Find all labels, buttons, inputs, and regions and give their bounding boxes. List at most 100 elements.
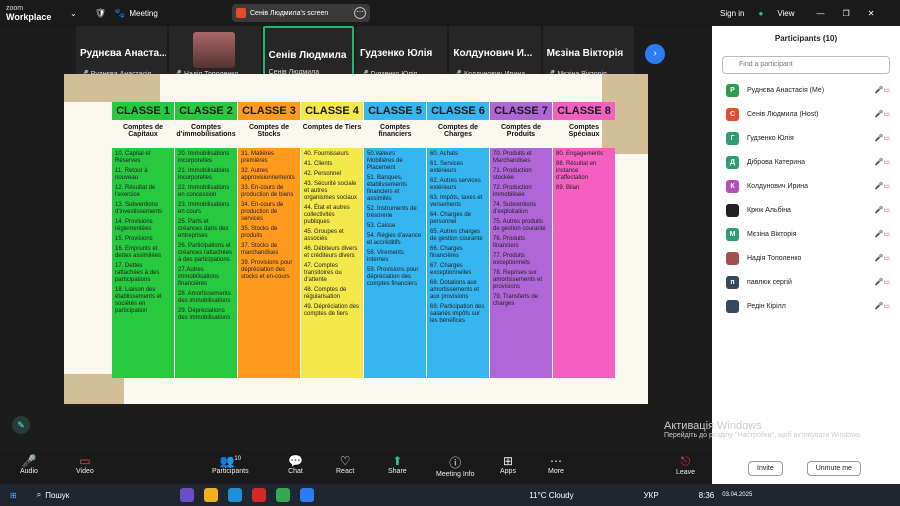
avatar: Д	[726, 155, 739, 169]
paw-icon: 🐾	[114, 7, 126, 18]
mic-off-icon: 🎤▭	[874, 207, 890, 214]
video-label: Video	[76, 468, 94, 475]
account-item: 18. Liaison des établissements et sociét…	[115, 287, 162, 314]
account-item: 60. Achats	[430, 151, 459, 157]
chat-label: Chat	[288, 468, 303, 475]
folder-icon[interactable]	[204, 488, 219, 502]
zoom-icon[interactable]	[300, 488, 315, 502]
chevron-down-icon[interactable]: ⌄	[70, 9, 77, 18]
account-item: 13. Subventions d'investissements	[115, 202, 163, 215]
account-item: 37. Stocks de marchandises	[241, 243, 279, 256]
shield-icon[interactable]: 🛡	[95, 8, 106, 19]
share-button[interactable]: ⬆ Share	[388, 454, 407, 475]
participant-row[interactable]: Надія Тополенко 🎤▭	[712, 246, 900, 270]
class-body: 70. Produits et Marchandises 71. Producti…	[490, 148, 552, 378]
account-item: 14. Provisions réglementées	[115, 219, 153, 232]
participant-row[interactable]: Г Гудзенко Юлія 🎤▭	[712, 126, 900, 150]
account-item: 44. État et autres collectivités publiqu…	[304, 205, 350, 225]
mic-off-icon: 🎤▭	[874, 111, 890, 118]
account-item: 16. Emprunts et dettes assimilées	[115, 246, 162, 259]
account-item: 58. Virements internes	[367, 250, 404, 263]
signin-link[interactable]: Sign in	[720, 9, 744, 18]
participant-row[interactable]: п павлюк сергій 🎤▭	[712, 270, 900, 294]
weather-widget[interactable]: 11°C Cloudy	[529, 491, 573, 500]
class-column: CLASSE 5 Comptes financiers 50.Valeurs Mob…	[364, 102, 426, 378]
more-icon[interactable]: ⋯	[354, 7, 366, 19]
taskbar-search[interactable]: Пошук	[45, 491, 175, 500]
more-button[interactable]: ⋯ More	[548, 454, 564, 475]
participant-row[interactable]: Крюк Альбіна 🎤▭	[712, 198, 900, 222]
account-item: 21. Immobilisations incorporelles	[178, 168, 230, 181]
account-item: 67. Charges exceptionnelles	[430, 263, 472, 276]
maximize-icon[interactable]: ❐	[843, 9, 850, 18]
view-button[interactable]: View	[777, 9, 794, 18]
app-icon[interactable]	[180, 488, 195, 502]
minimize-icon[interactable]: —	[817, 9, 825, 18]
close-icon[interactable]: ✕	[868, 9, 875, 18]
meeting-info-button[interactable]: ⓘ Meeting Info	[436, 454, 475, 478]
next-page-icon[interactable]: ›	[645, 44, 665, 64]
search-input[interactable]: Find a participant	[722, 56, 890, 74]
class-subtitle: Comptes de Stocks	[248, 124, 290, 138]
participant-row[interactable]: С Сенів Людмила (Host) 🎤▭	[712, 102, 900, 126]
account-item: 46. Débiteurs divers et créditeurs diver…	[304, 246, 358, 259]
account-item: 28. Amortissements des immobilisations	[178, 291, 231, 304]
account-item: 71. Production stockée	[493, 168, 532, 181]
participant-row[interactable]: М Мєзіна Вікторія 🎤▭	[712, 222, 900, 246]
video-tile-active[interactable]: Сенів Людмила Сенів Людмила	[262, 26, 355, 80]
mic-off-icon: 🎤▭	[874, 159, 890, 166]
opera-icon[interactable]	[252, 488, 267, 502]
leave-button[interactable]: ⎋ Leave	[676, 454, 695, 476]
class-header: CLASSE 5	[364, 102, 426, 120]
participant-name: Сенів Людмила (Host)	[747, 110, 819, 118]
account-item: 51. Banques, établissements financiers e…	[367, 175, 408, 202]
clock[interactable]: 8:36	[699, 491, 715, 500]
account-item: 65. Autres charges de gestion courante	[430, 229, 483, 242]
video-tile[interactable]: Руднєва Анаста...🎤 Руднєва Анастасія	[76, 26, 168, 80]
chrome-icon[interactable]	[276, 488, 291, 502]
account-item: 26. Participations et créances rattachée…	[178, 243, 233, 263]
apps-label: Apps	[500, 468, 516, 475]
class-subtitle: Comptes de Capitaux	[122, 124, 164, 138]
tile-name: Колдунович И...	[453, 48, 533, 59]
search-icon[interactable]: ⌕	[37, 490, 41, 500]
participant-row[interactable]: Д Діброва Катерина 🎤▭	[712, 150, 900, 174]
class-columns: CLASSE 1 Comptes de Capitaux 10. Capital e…	[112, 102, 616, 378]
class-body: 10. Capital et Réserves 11. Retour à nouv…	[112, 148, 174, 378]
map-decoration	[64, 74, 160, 102]
video-tile[interactable]: Мєзіна Вікторія🎤 Мєзіна Вікторія	[542, 26, 634, 80]
apps-button[interactable]: ⊞ Apps	[500, 454, 516, 475]
video-tile[interactable]: 🎤 Надія Тополенко	[169, 26, 261, 80]
share-up-icon: ⬆	[392, 454, 403, 468]
edge-icon[interactable]	[228, 488, 243, 502]
windows-start-icon[interactable]: ⊞	[10, 491, 17, 500]
react-button[interactable]: ♡ React	[336, 454, 354, 475]
video-button[interactable]: ▭ Video	[76, 454, 94, 475]
participant-name: Колдунович Ирина	[747, 182, 809, 190]
mic-off-icon: 🎤▭	[874, 231, 890, 238]
annotate-icon[interactable]: ✎	[12, 416, 30, 434]
mic-off-icon: 🎤▭	[874, 279, 890, 286]
lang-indicator[interactable]: УКР	[644, 491, 659, 500]
video-tile[interactable]: Колдунович И...🎤 Колдунович Ирина	[449, 26, 541, 80]
chat-button[interactable]: 💬 Chat	[288, 454, 303, 475]
window-controls: Sign in ● View — ❐ ✕	[712, 0, 900, 26]
meeting-info-label: Meeting Info	[436, 471, 475, 478]
participant-row[interactable]: Редін Кірілл 🎤▭	[712, 294, 900, 318]
class-column: CLASSE 3 Comptes de Stocks 31. Matières pr…	[238, 102, 300, 378]
account-item: 42. Personnel	[304, 171, 342, 177]
participant-row[interactable]: Р Руднєва Анастасія (Me) 🎤▭	[712, 78, 900, 102]
invite-button[interactable]: Invite	[748, 461, 783, 476]
audio-button[interactable]: 🎤 Audio	[20, 454, 38, 475]
activation-sub: Перейдіть до розділу "Настройки", щоб ак…	[664, 432, 862, 439]
participants-button[interactable]: 👥10 Participants	[212, 454, 249, 475]
video-tile[interactable]: Гудзенко Юлія🎤 Гудзенко Юлія	[356, 26, 448, 80]
unmute-button[interactable]: Unmute me	[806, 461, 861, 476]
class-body: 60. Achats 61. Services extérieurs 62. Aut…	[427, 148, 489, 378]
screen-share-chip[interactable]: Сенів Людмила's screen ⋯	[232, 4, 370, 22]
participant-row[interactable]: К Колдунович Ирина 🎤▭	[712, 174, 900, 198]
shield-check-icon: ●	[758, 8, 764, 18]
account-item: 29. Dépréciations des immobilisations	[178, 308, 231, 321]
react-label: React	[336, 468, 355, 475]
shared-slide: CLASSE 1 Comptes de Capitaux 10. Capital e…	[64, 74, 648, 404]
